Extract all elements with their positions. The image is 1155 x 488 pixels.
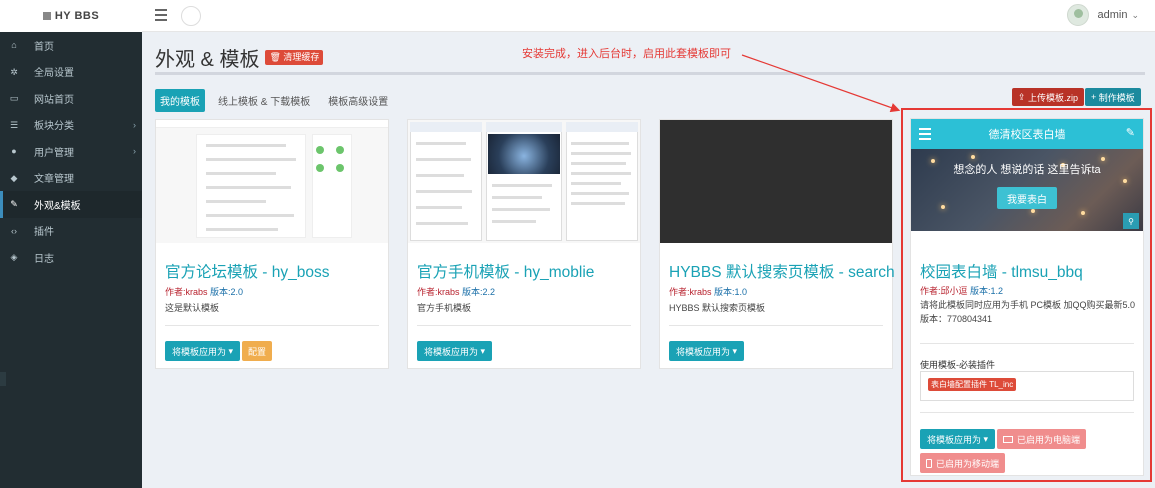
tab-online-templates[interactable]: 线上模板 & 下载模板 (213, 89, 315, 112)
clear-cache-button[interactable]: 🗑 清理缓存 (265, 50, 324, 65)
upload-template-button[interactable]: ⇪ 上传模板.zip (1012, 88, 1085, 106)
config-button[interactable]: 配置 (242, 341, 273, 361)
apply-template-button[interactable]: 将模板应用为 ▾ (417, 341, 493, 361)
caret-down-icon: ▾ (228, 345, 234, 356)
template-name: HYBBS 默认搜索页模板 - search (669, 264, 895, 281)
chevron-down-icon: ⌄ (1131, 9, 1139, 20)
monitor-icon: ▭ (9, 93, 19, 104)
brush-icon: ✎ (10, 199, 18, 210)
template-name: 官方手机模板 - hy_moblie (417, 264, 595, 281)
sidebar-toggle-icon[interactable] (155, 9, 167, 21)
gear-icon: ✲ (10, 66, 18, 77)
cube-icon: ◈ (10, 252, 18, 263)
top-bar: HY BBS admin ⌄ (0, 0, 1155, 32)
highlight-frame (901, 108, 1152, 482)
home-icon: ⌂ (11, 40, 17, 51)
chevron-right-icon: › (133, 119, 136, 130)
sidebar: ⌂ 首页 ✲ 全局设置 ▭ 网站首页 ☰ 板块分类 › ● 用户管理 › ◆ 文章管理 ✎ 外观&… (0, 32, 142, 488)
sidebar-item-home[interactable]: ⌂ 首页 (0, 32, 142, 59)
template-desc: 这是默认模板 (165, 303, 220, 313)
sidebar-item-global-settings[interactable]: ✲ 全局设置 (0, 59, 142, 86)
list-icon: ☰ (9, 119, 19, 130)
sidebar-item-users[interactable]: ● 用户管理 › (0, 138, 142, 165)
template-desc: 官方手机模板 (417, 303, 472, 313)
template-meta: 作者:krabs 版本:2.0 (165, 287, 244, 297)
page-title: 外观 & 模板 🗑 清理缓存 (155, 43, 324, 72)
template-preview (660, 120, 892, 243)
tag-icon: ◆ (10, 172, 18, 183)
apply-template-button[interactable]: 将模板应用为 ▾ (165, 341, 241, 361)
sidebar-handle[interactable] (0, 372, 6, 386)
sidebar-item-site-home[interactable]: ▭ 网站首页 (0, 85, 142, 112)
user-menu[interactable]: admin ⌄ (1067, 4, 1139, 26)
template-card-hy-boss: 官方论坛模板 - hy_boss 作者:krabs 版本:2.0 这是默认模板 … (155, 119, 389, 369)
circle-button[interactable] (181, 6, 201, 26)
template-tabs: 我的模板 线上模板 & 下载模板 模板高级设置 (155, 89, 401, 112)
logo-icon (42, 12, 51, 20)
code-icon: ‹› (11, 225, 17, 236)
template-preview (156, 120, 388, 243)
template-name: 官方论坛模板 - hy_boss (165, 264, 330, 281)
users-icon: ● (11, 146, 17, 157)
template-meta: 作者:krabs 版本:2.2 (417, 287, 496, 297)
sidebar-item-appearance[interactable]: ✎ 外观&模板 (0, 191, 142, 218)
caret-down-icon: ▾ (480, 345, 486, 356)
template-preview (408, 120, 640, 243)
caret-down-icon: ▾ (732, 345, 738, 356)
sidebar-item-articles[interactable]: ◆ 文章管理 (0, 165, 142, 192)
apply-template-button[interactable]: 将模板应用为 ▾ (669, 341, 745, 361)
sidebar-item-plugins[interactable]: ‹› 插件 (0, 218, 142, 245)
template-card-hy-moblie: 官方手机模板 - hy_moblie 作者:krabs 版本:2.2 官方手机模… (407, 119, 641, 369)
chevron-right-icon: › (133, 146, 136, 156)
tab-my-templates[interactable]: 我的模板 (155, 89, 205, 112)
title-divider (155, 72, 1145, 75)
avatar (1067, 4, 1090, 26)
make-template-button[interactable]: + 制作模板 (1085, 88, 1141, 106)
upload-icon: ⇪ (1018, 91, 1029, 102)
tab-advanced-settings[interactable]: 模板高级设置 (323, 89, 393, 112)
annotation-text: 安装完成，进入后台时，启用此套模板即可 (522, 48, 731, 60)
app-logo[interactable]: HY BBS (0, 0, 142, 32)
sidebar-item-forums[interactable]: ☰ 板块分类 › (0, 112, 142, 139)
template-meta: 作者:krabs 版本:1.0 (669, 287, 748, 297)
plus-icon: + (1091, 92, 1099, 102)
user-name: admin (1097, 9, 1128, 21)
template-card-search: HYBBS 默认搜索页模板 - search 作者:krabs 版本:1.0 H… (659, 119, 895, 369)
sidebar-item-logs[interactable]: ◈ 日志 (0, 244, 142, 271)
template-desc: HYBBS 默认搜索页模板 (669, 303, 766, 313)
